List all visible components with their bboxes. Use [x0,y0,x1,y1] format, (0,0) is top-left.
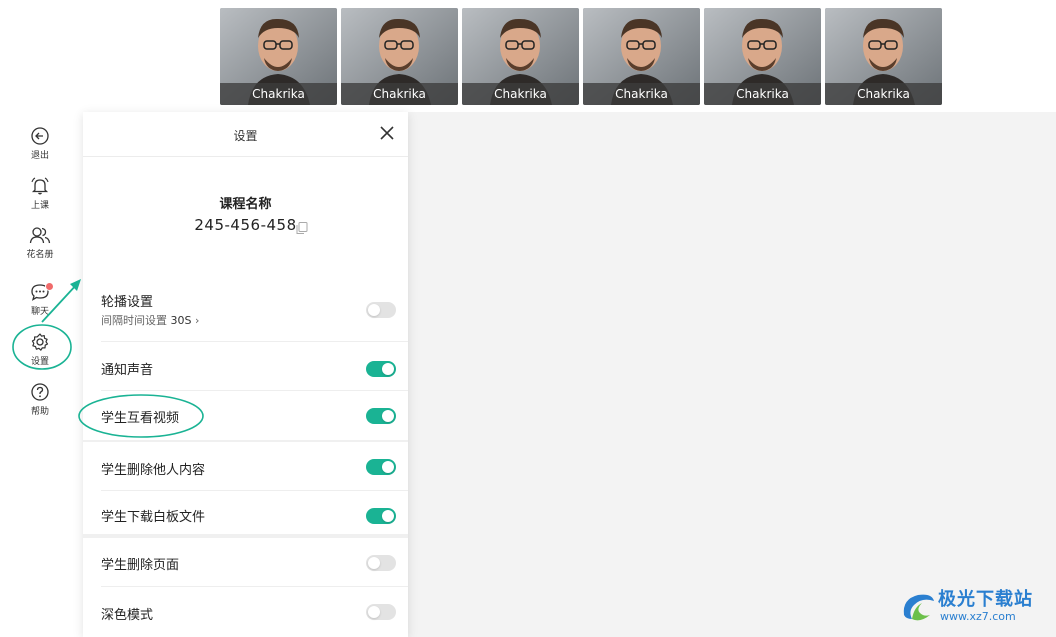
tutorial-annotations [12,279,204,438]
participant-name: Chakrika [704,83,821,105]
participant-name: Chakrika [462,83,579,105]
student-delete-page-row: 学生删除页面 [83,538,408,587]
video-tile[interactable]: Chakrika [583,8,700,105]
watermark-text: 极光下载站 [938,589,1033,610]
dark-mode-row: 深色模式 [83,587,408,637]
dark-mode-toggle[interactable] [366,604,396,620]
video-tile[interactable]: Chakrika [704,8,821,105]
participant-name: Chakrika [583,83,700,105]
video-tile[interactable]: Chakrika [825,8,942,105]
student-delete-page-label: 学生删除页面 [101,558,180,573]
watermark-logo [903,594,934,621]
student-download-whiteboard-row: 学生下载白板文件 [83,491,408,534]
participant-name: Chakrika [825,83,942,105]
toggle-knob [368,557,380,569]
content-area [408,112,1056,637]
watermark-url: www.xz7.com [940,610,1016,623]
toggle-knob [368,606,380,618]
video-tile[interactable]: Chakrika [462,8,579,105]
annotation-arrow-line [41,282,79,323]
student-download-whiteboard-label: 学生下载白板文件 [101,510,206,525]
settings-highlight-circle [12,324,72,370]
student-download-whiteboard-toggle[interactable] [366,508,396,524]
option-highlight-ellipse [78,394,204,438]
dark-mode-label: 深色模式 [101,608,154,623]
student-delete-page-toggle[interactable] [366,555,396,571]
watermark: 极光下载站 www.xz7.com [898,583,1050,631]
toggle-knob [382,510,394,522]
